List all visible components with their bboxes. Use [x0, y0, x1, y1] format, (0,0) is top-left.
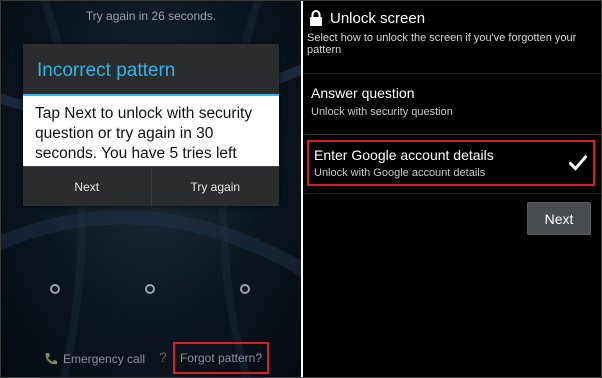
option-answer-question[interactable]: Answer question Unlock with security que…	[303, 79, 601, 131]
pattern-dot[interactable]	[145, 284, 155, 294]
dialog-message: Tap Next to unlock with security questio…	[23, 96, 279, 166]
unlock-title: Unlock screen	[330, 10, 426, 27]
option-google-account[interactable]: Enter Google account details Unlock with…	[307, 140, 595, 186]
emergency-call-label: Emergency call	[63, 352, 146, 366]
forgot-pattern-button[interactable]: Forgot pattern?	[173, 342, 269, 374]
divider	[303, 193, 601, 194]
pattern-dot[interactable]	[50, 284, 60, 294]
question-mark-icon: ?	[159, 349, 167, 365]
unlock-header: Unlock screen Select how to unlock the s…	[303, 1, 601, 56]
option-sublabel: Unlock with security question	[311, 106, 453, 118]
incorrect-pattern-dialog: Incorrect pattern Tap Next to unlock wit…	[23, 44, 279, 206]
emergency-call-button[interactable]: Emergency call	[43, 351, 145, 367]
option-label: Answer question	[311, 85, 415, 101]
next-button[interactable]: Next	[527, 202, 591, 235]
divider	[303, 134, 601, 135]
lock-screen: Try again in 26 seconds. Incorrect patte…	[1, 1, 301, 377]
forgot-pattern-label: Forgot pattern?	[179, 351, 263, 365]
try-again-button[interactable]: Try again	[150, 167, 280, 206]
dialog-title: Incorrect pattern	[37, 60, 176, 81]
lock-icon	[310, 10, 322, 26]
countdown-text: Try again in 26 seconds.	[85, 9, 217, 23]
option-label: Enter Google account details	[314, 147, 494, 163]
phone-icon	[45, 353, 57, 365]
unlock-screen: Unlock screen Select how to unlock the s…	[303, 1, 601, 377]
next-button[interactable]: Next	[23, 167, 151, 206]
divider	[303, 73, 601, 74]
pattern-dot[interactable]	[240, 284, 250, 294]
unlock-subtitle: Select how to unlock the screen if you'v…	[307, 32, 577, 56]
checkmark-icon	[569, 155, 587, 171]
dialog-button-bar: Next Try again	[23, 166, 279, 206]
option-sublabel: Unlock with Google account details	[314, 167, 486, 179]
